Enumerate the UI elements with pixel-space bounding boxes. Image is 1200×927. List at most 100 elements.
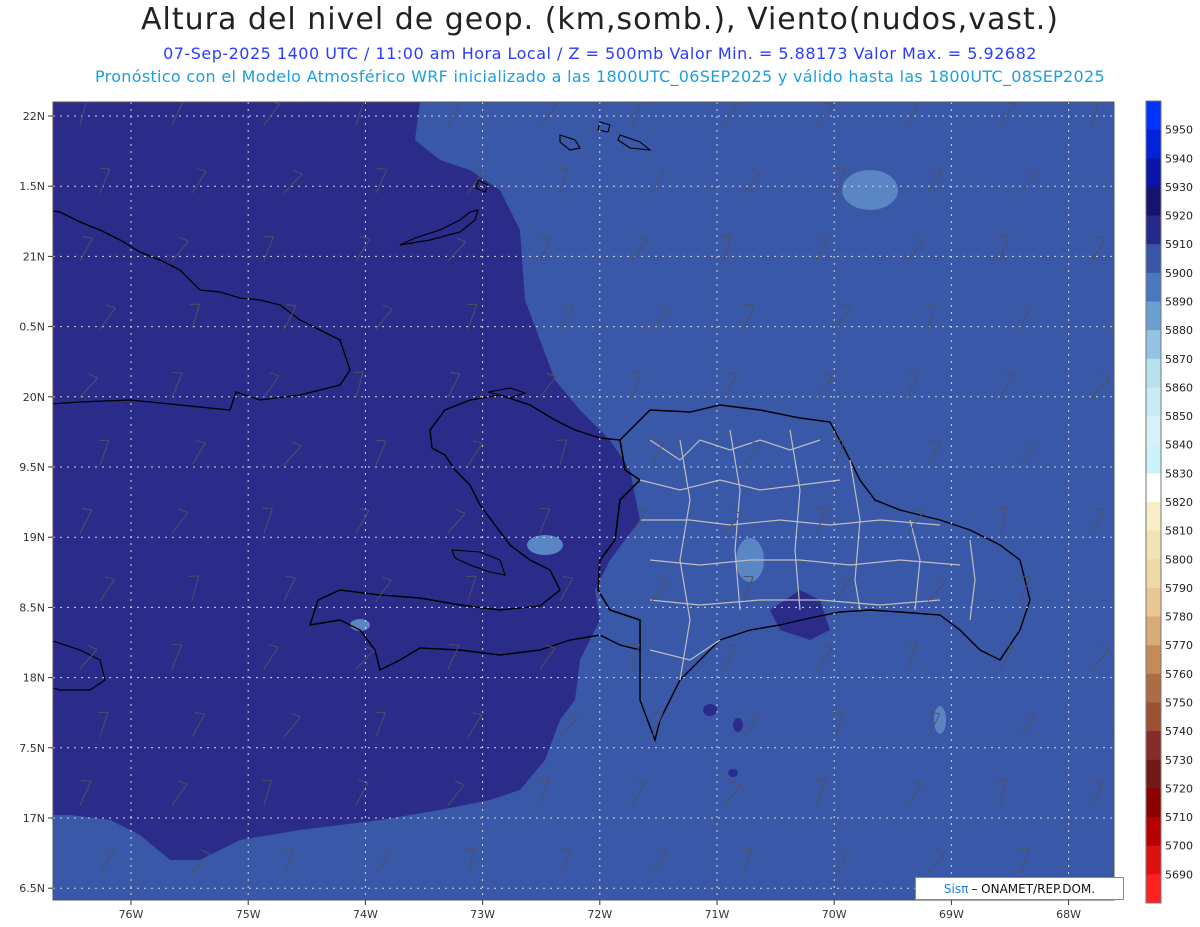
colorbar-swatch (1146, 559, 1161, 589)
colorbar-label: 5730 (1165, 754, 1193, 767)
lon-tick-label: 75W (236, 908, 261, 921)
colorbar-label: 5810 (1165, 525, 1193, 538)
colorbar-label: 5710 (1165, 811, 1193, 824)
colorbar-swatch (1146, 702, 1161, 732)
colorbar-swatch (1146, 186, 1161, 217)
wind-barb-flag (1116, 849, 1126, 851)
lon-tick-label: 68W (1056, 908, 1081, 921)
geopotential-map: 22N 1.5N 21N 0.5N 20N 9.5N 19N 8.5N 18N 7.5N 17N 6.… (19, 100, 1193, 921)
colorbar-label: 5930 (1165, 181, 1193, 194)
wind-barb-flag (77, 100, 87, 101)
lat-tick-label: 19N (23, 531, 45, 544)
colorbar-label: 5780 (1165, 611, 1193, 624)
credit-box: Sisπ – ONAMET/REP.DOM. (915, 877, 1124, 900)
credit-text: – ONAMET/REP.DOM. (971, 881, 1096, 896)
colorbar-label: 5800 (1165, 553, 1193, 566)
dark-patch (733, 718, 743, 732)
colorbar-swatch (1146, 330, 1161, 360)
colorbar-swatch (1146, 387, 1161, 417)
colorbar-swatch (1146, 759, 1161, 789)
longitude-labels: 76W 75W 74W 73W 72W 71W 70W 69W 68W (119, 900, 1081, 921)
colorbar-swatch (1146, 874, 1161, 904)
map-plot-area (53, 102, 1114, 900)
colorbar-label: 5740 (1165, 725, 1193, 738)
colorbar-label: 5770 (1165, 639, 1193, 652)
colorbar-swatch (1146, 215, 1161, 245)
colorbar-label: 5690 (1165, 868, 1193, 881)
lon-tick-label: 74W (353, 908, 378, 921)
colorbar-label: 5880 (1165, 324, 1193, 337)
colorbar-label: 5750 (1165, 697, 1193, 710)
colorbar-swatch (1146, 502, 1161, 532)
colorbar-label: 5820 (1165, 496, 1193, 509)
colorbar-label: 5700 (1165, 840, 1193, 853)
colorbar-swatch (1146, 845, 1161, 875)
wind-barb-flag (1117, 577, 1127, 580)
lat-tick-label: 7.5N (19, 742, 45, 755)
colorbar: 5950 5940 5930 5920 5910 5900 5890 5880 5870 5860… (1145, 100, 1193, 904)
lat-tick-label: 18N (23, 672, 45, 685)
colorbar-label: 5720 (1165, 782, 1193, 795)
colorbar-swatch (1146, 416, 1161, 446)
colorbar-swatch (1146, 301, 1161, 331)
lat-tick-label: 21N (23, 250, 45, 263)
light-patch (527, 535, 563, 555)
colorbar-swatch (1146, 244, 1161, 274)
dark-patch (703, 704, 717, 716)
wind-barb-flag (924, 303, 935, 306)
dark-patch (728, 769, 738, 777)
colorbar-label: 5790 (1165, 582, 1193, 595)
lat-tick-label: 22N (23, 110, 45, 123)
lon-tick-label: 73W (470, 908, 495, 921)
lat-tick-label: 8.5N (19, 601, 45, 614)
wind-barb-flag (996, 779, 1007, 782)
wind-barb-flag (182, 102, 184, 103)
latitude-labels: 22N 1.5N 21N 0.5N 20N 9.5N 19N 8.5N 18N 7.5N 17N 6.… (19, 110, 53, 895)
lon-tick-label: 69W (939, 908, 964, 921)
wind-barb-flag (99, 167, 110, 170)
colorbar-label: 5850 (1165, 410, 1193, 423)
colorbar-label: 5870 (1165, 353, 1193, 366)
colorbar-label: 5890 (1165, 296, 1193, 309)
lon-tick-label: 70W (822, 908, 847, 921)
colorbar-swatch (1146, 530, 1161, 560)
colorbar-label: 5830 (1165, 467, 1193, 480)
wind-barb-flag (1019, 847, 1030, 850)
lat-tick-label: 17N (23, 812, 45, 825)
colorbar-label: 5760 (1165, 668, 1193, 681)
colorbar-label: 5940 (1165, 152, 1193, 165)
colorbar-swatch (1146, 444, 1161, 474)
lat-tick-label: 0.5N (19, 321, 45, 334)
lat-tick-label: 6.5N (19, 882, 45, 895)
colorbar-swatch (1146, 673, 1161, 703)
wind-barb-flag (171, 643, 182, 646)
colorbar-swatch (1146, 473, 1161, 503)
colorbar-swatch (1146, 616, 1161, 646)
wind-barb-flag (539, 507, 550, 510)
colorbar-swatch (1146, 645, 1161, 675)
lon-tick-label: 76W (119, 908, 144, 921)
colorbar-label: 5840 (1165, 439, 1193, 452)
lat-tick-label: 9.5N (19, 461, 45, 474)
wind-barb-flag (556, 439, 567, 442)
lon-tick-label: 72W (587, 908, 612, 921)
colorbar-swatch (1146, 272, 1161, 302)
colorbar-swatch (1146, 101, 1161, 131)
colorbar-swatch (1146, 587, 1161, 618)
colorbar-label: 5860 (1165, 381, 1193, 394)
colorbar-swatch (1146, 158, 1161, 188)
wind-barb-flag (188, 575, 199, 578)
sispi-logo: Sisπ (943, 881, 969, 896)
lat-tick-label: 20N (23, 391, 45, 404)
wind-barb-flag (1118, 305, 1128, 308)
light-patch (934, 706, 946, 734)
colorbar-label: 5900 (1165, 267, 1193, 280)
light-patch (350, 619, 370, 631)
colorbar-label: 5920 (1165, 210, 1193, 223)
lat-tick-label: 1.5N (19, 180, 45, 193)
colorbar-label: 5910 (1165, 238, 1193, 251)
colorbar-label: 5950 (1165, 124, 1193, 137)
colorbar-swatch (1146, 788, 1161, 818)
lon-tick-label: 71W (705, 908, 730, 921)
colorbar-swatch (1146, 731, 1161, 761)
